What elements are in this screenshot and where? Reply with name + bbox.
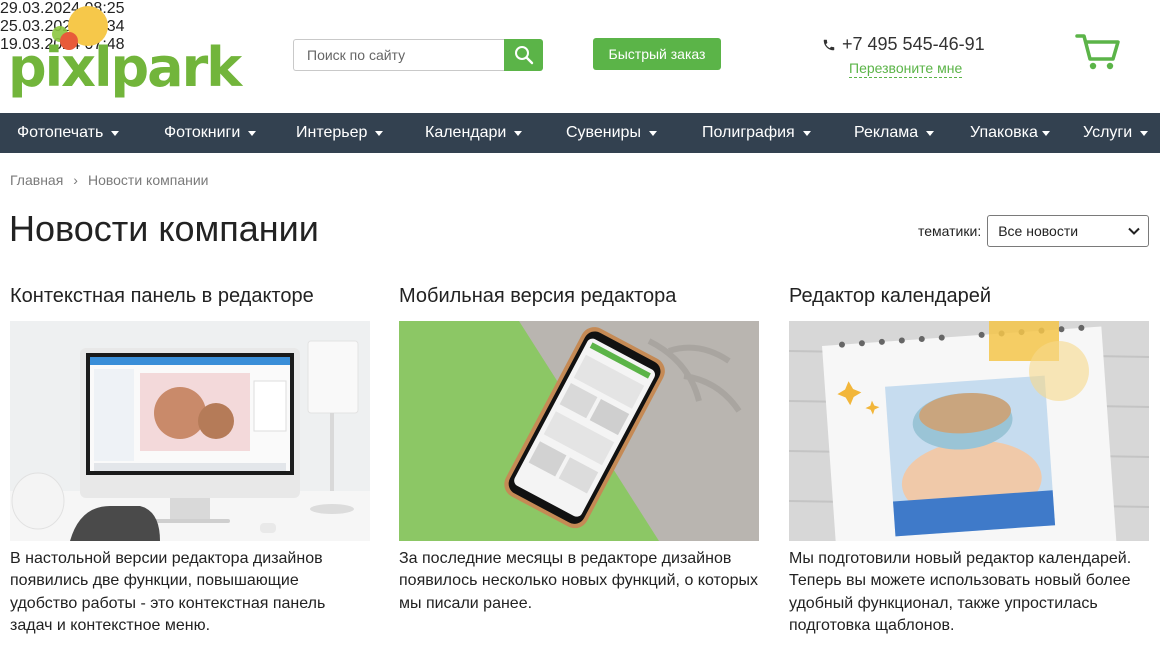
phone-text: +7 495 545-46-91	[842, 34, 985, 54]
news-card-image[interactable]	[10, 321, 370, 541]
news-card: Мобильная версия редактора За последние …	[399, 284, 759, 615]
filter-label: тематики:	[918, 223, 982, 239]
chevron-down-icon	[1140, 130, 1149, 136]
search-form	[293, 39, 543, 71]
search-input[interactable]	[293, 39, 505, 71]
news-card-image[interactable]	[399, 321, 759, 541]
news-card: Контекстная панель в редакторе В настоль…	[10, 284, 370, 638]
news-card-title[interactable]: Мобильная версия редактора	[399, 284, 759, 321]
chevron-down-icon	[248, 130, 257, 136]
news-card-excerpt: За последние месяцы в редакторе дизайнов…	[399, 550, 758, 612]
mobile-editor-illustration	[399, 321, 759, 541]
chevron-down-icon	[802, 130, 811, 136]
news-card: Редактор календарей Мы подготовили новый…	[789, 284, 1149, 638]
phone-icon	[823, 39, 835, 50]
breadcrumb-current: Новости компании	[87, 172, 209, 188]
nav-item-calendars[interactable]: Календари	[425, 113, 523, 153]
news-card-image[interactable]	[789, 321, 1149, 541]
news-card-excerpt: В настольной версии редактора дизайнов п…	[10, 550, 326, 635]
news-card-excerpt: Мы подготовили новый редактор календарей…	[789, 550, 1132, 635]
search-button[interactable]	[504, 39, 543, 71]
desktop-editor-illustration	[10, 321, 370, 541]
news-card-title[interactable]: Редактор календарей	[789, 284, 1149, 321]
nav-item-advertising[interactable]: Реклама	[854, 113, 935, 153]
nav-item-services[interactable]: Услуги	[1083, 113, 1149, 153]
site-header: pixlpark Быстрый заказ +7 495 545-46-91 …	[0, 0, 1160, 113]
page-title: Новости компании	[9, 208, 319, 249]
chevron-down-icon	[375, 130, 384, 136]
nav-item-printing[interactable]: Полиграфия	[702, 113, 811, 153]
breadcrumb: Главная › Новости компании	[10, 172, 209, 188]
callback-link[interactable]: Перезвоните мне	[849, 60, 963, 78]
search-icon	[514, 46, 533, 65]
main-nav: Фотопечать Фотокниги Интерьер Календари …	[0, 113, 1160, 153]
breadcrumb-home-link[interactable]: Главная	[10, 172, 63, 188]
chevron-down-icon	[1128, 227, 1140, 235]
phone-number[interactable]: +7 495 545-46-91	[822, 34, 985, 55]
nav-item-souvenirs[interactable]: Сувениры	[566, 113, 657, 153]
topic-filter: тематики: Все новости	[918, 215, 1150, 247]
nav-item-interior[interactable]: Интерьер	[296, 113, 384, 153]
chevron-down-icon	[926, 130, 935, 136]
nav-item-photoprint[interactable]: Фотопечать	[17, 113, 120, 153]
quick-order-button[interactable]: Быстрый заказ	[593, 38, 721, 70]
chevron-down-icon	[514, 130, 523, 136]
chevron-down-icon	[1041, 130, 1050, 136]
nav-item-packaging[interactable]: Упаковка	[970, 113, 1050, 153]
breadcrumb-separator: ›	[73, 172, 78, 188]
chevron-down-icon	[111, 130, 120, 136]
logo-text: pixlpark	[8, 36, 242, 99]
nav-item-photobooks[interactable]: Фотокниги	[164, 113, 257, 153]
cart-icon	[1075, 34, 1120, 70]
news-card-title[interactable]: Контекстная панель в редакторе	[10, 284, 370, 321]
topic-select-value: Все новости	[998, 223, 1079, 239]
topic-select[interactable]: Все новости	[987, 215, 1150, 247]
logo[interactable]: pixlpark	[8, 6, 242, 106]
chevron-down-icon	[648, 130, 657, 136]
cart-button[interactable]	[1075, 32, 1121, 72]
calendar-editor-illustration	[789, 321, 1149, 541]
